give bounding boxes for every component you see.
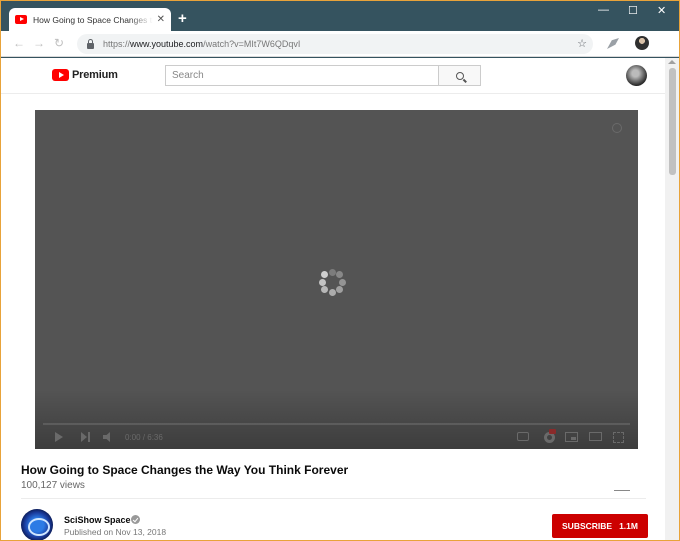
next-icon[interactable] xyxy=(81,432,90,442)
loading-spinner-icon xyxy=(318,268,346,296)
youtube-favicon-icon xyxy=(15,15,27,24)
url-host: www.youtube.com xyxy=(130,39,204,49)
miniplayer-icon[interactable] xyxy=(565,432,578,442)
spinner-dot xyxy=(335,271,343,279)
play-icon[interactable] xyxy=(55,432,63,442)
spinner-dot xyxy=(338,278,346,286)
more-actions-icon[interactable] xyxy=(614,490,630,491)
divider xyxy=(21,498,646,499)
view-count: 100,127 views xyxy=(21,480,85,491)
subscribe-button[interactable]: SUBSCRIBE 1.1M xyxy=(552,514,648,538)
address-bar[interactable]: https://www.youtube.com/watch?v=MIt7W6QD… xyxy=(77,34,593,54)
address-url[interactable]: https://www.youtube.com/watch?v=MIt7W6QD… xyxy=(103,39,300,49)
youtube-logo[interactable]: Premium xyxy=(52,69,118,81)
channel-name[interactable]: SciShow Space xyxy=(64,515,131,525)
youtube-play-logo-icon xyxy=(52,69,69,81)
web-page: Premium 0:00 / 6:36 xyxy=(1,58,679,540)
lock-icon xyxy=(87,38,94,49)
hd-badge-icon xyxy=(549,429,556,434)
page-scrollbar[interactable] xyxy=(665,58,679,540)
spinner-dot xyxy=(335,285,343,293)
url-path: /watch?v=MIt7W6QDqvI xyxy=(203,39,301,49)
tab-title: How Going to Space Changes the Way You T… xyxy=(33,14,153,25)
video-player[interactable]: 0:00 / 6:36 xyxy=(35,110,638,449)
url-protocol: https:// xyxy=(103,39,131,49)
maximize-button[interactable]: ☐ xyxy=(628,4,638,17)
spinner-dot xyxy=(328,288,336,296)
fullscreen-icon[interactable] xyxy=(613,432,624,443)
publish-date: Published on Nov 13, 2018 xyxy=(64,527,167,537)
forward-arrow-icon[interactable]: → xyxy=(33,36,45,50)
spinner-dot xyxy=(318,278,326,286)
volume-icon[interactable] xyxy=(103,432,110,442)
search-input[interactable] xyxy=(165,65,439,86)
tab-close-icon[interactable]: ✕ xyxy=(157,14,165,25)
captions-icon[interactable] xyxy=(517,432,529,441)
browser-toolbar: ← → ↻ https://www.youtube.com/watch?v=MI… xyxy=(1,31,679,57)
subscribe-label: SUBSCRIBE xyxy=(562,521,613,531)
spinner-dot xyxy=(321,285,329,293)
scrollbar-thumb[interactable] xyxy=(669,68,676,175)
logo-text: Premium xyxy=(72,69,118,81)
youtube-header: Premium xyxy=(1,58,665,94)
progress-bar[interactable] xyxy=(43,423,630,425)
player-controls: 0:00 / 6:36 xyxy=(35,428,638,448)
new-tab-button[interactable]: + xyxy=(178,11,187,26)
search-icon xyxy=(455,71,464,80)
minimize-button[interactable]: — xyxy=(598,4,609,16)
reload-icon[interactable]: ↻ xyxy=(54,36,64,50)
time-display: 0:00 / 6:36 xyxy=(125,433,163,442)
search-button[interactable] xyxy=(438,65,481,86)
spinner-dot xyxy=(321,271,329,279)
tab-strip: How Going to Space Changes the Way You T… xyxy=(1,1,679,31)
spinner-dot xyxy=(328,268,336,276)
video-title: How Going to Space Changes the Way You T… xyxy=(21,463,349,477)
theater-mode-icon[interactable] xyxy=(589,432,602,441)
scroll-up-arrow-icon[interactable] xyxy=(668,60,676,64)
close-window-button[interactable]: ✕ xyxy=(657,4,666,17)
info-icon[interactable] xyxy=(612,123,622,133)
back-arrow-icon[interactable]: ← xyxy=(13,36,25,50)
account-avatar[interactable] xyxy=(626,65,647,86)
profile-icon[interactable] xyxy=(635,36,649,50)
subscriber-count: 1.1M xyxy=(619,521,638,531)
extension-icon[interactable] xyxy=(607,38,619,49)
star-icon[interactable]: ☆ xyxy=(577,37,587,50)
verified-badge-icon xyxy=(131,515,140,524)
browser-tab[interactable]: How Going to Space Changes the Way You T… xyxy=(9,8,171,31)
browser-window: How Going to Space Changes the Way You T… xyxy=(1,1,679,540)
channel-avatar[interactable] xyxy=(21,509,53,540)
